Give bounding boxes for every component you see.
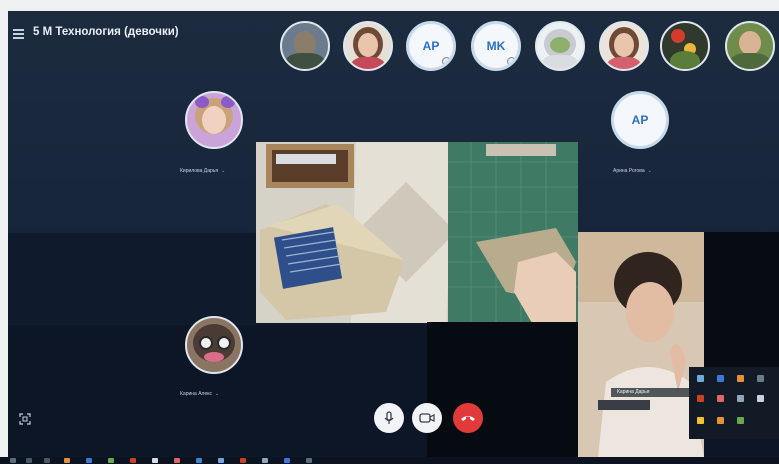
tray-app-icon[interactable] [697, 375, 704, 382]
screen: 5 М Технология (девочки) AP MK Кирилова … [0, 0, 779, 464]
taskbar-app-icon[interactable] [240, 458, 246, 463]
taskbar-app-icon[interactable] [26, 458, 32, 463]
chevron-down-icon[interactable]: ⌄ [221, 168, 225, 174]
avatar-photo [195, 96, 209, 108]
self-view-video[interactable] [578, 232, 704, 457]
shared-video[interactable] [256, 142, 578, 323]
menu-icon[interactable] [13, 29, 24, 41]
header-avatar-6[interactable] [599, 21, 649, 71]
empty-video-tile [427, 322, 579, 457]
end-call-icon [461, 416, 475, 421]
tray-app-icon[interactable] [737, 395, 744, 402]
taskbar-app-icon[interactable] [64, 458, 70, 463]
mute-button[interactable] [374, 403, 404, 433]
taskbar-app-icon[interactable] [86, 458, 92, 463]
taskbar-app-icon[interactable] [262, 458, 268, 463]
avatar-initials: AP [422, 39, 440, 53]
header-avatar-5[interactable] [535, 21, 585, 71]
shared-video-frame [256, 142, 578, 323]
avatar-photo [221, 96, 235, 108]
header-avatar-3[interactable]: AP [406, 21, 456, 71]
avatar-photo [285, 53, 325, 69]
header-avatar-8[interactable] [725, 21, 775, 71]
participant-name: Кирилова Дарья ⌄ [180, 168, 226, 174]
avatar-initials: MK [486, 39, 506, 53]
tray-app-icon[interactable] [697, 417, 704, 424]
tray-app-icon[interactable] [737, 375, 744, 382]
chevron-down-icon[interactable]: ⌄ [648, 168, 652, 174]
avatar-photo [739, 31, 761, 55]
participant-avatar[interactable]: AP [611, 91, 669, 149]
participant-name: Карина Алекс ⌄ [180, 391, 220, 397]
tray-app-icon[interactable] [717, 417, 724, 424]
camera-button[interactable] [412, 403, 442, 433]
taskbar-app-icon[interactable] [152, 458, 158, 463]
participant-avatar[interactable] [185, 316, 243, 374]
avatar-photo [614, 33, 634, 57]
tray-app-icon[interactable] [737, 417, 744, 424]
tray-app-icon[interactable] [757, 375, 764, 382]
avatar-photo [671, 29, 685, 43]
taskbar-app-icon[interactable] [130, 458, 136, 463]
chevron-down-icon[interactable]: ⌄ [215, 391, 219, 397]
taskbar-app-icon[interactable] [174, 458, 180, 463]
call-title: 5 М Технология (девочки) [33, 26, 179, 38]
taskbar-app-icon[interactable] [306, 458, 312, 463]
call-window: 5 М Технология (девочки) AP MK Кирилова … [8, 11, 779, 457]
camera-icon [419, 413, 435, 423]
avatar-photo [351, 57, 385, 69]
end-call-button[interactable] [453, 403, 483, 433]
tray-app-icon[interactable] [717, 395, 724, 402]
tray-app-icon[interactable] [697, 395, 704, 402]
avatar-photo [670, 51, 700, 69]
participant-avatar[interactable] [185, 91, 243, 149]
avatar-photo [542, 55, 578, 69]
taskbar-app-icon[interactable] [284, 458, 290, 463]
fullscreen-icon[interactable] [19, 413, 31, 425]
microphone-icon [384, 411, 394, 424]
self-view-frame [578, 232, 704, 457]
system-tray-popup [689, 367, 779, 439]
avatar-photo [202, 106, 226, 134]
status-dot-icon [442, 57, 451, 66]
avatar-photo [217, 336, 231, 350]
avatar-photo [730, 53, 770, 69]
avatar-photo [607, 57, 641, 69]
avatar-photo [204, 352, 224, 362]
taskbar-app-icon[interactable] [196, 458, 202, 463]
start-icon[interactable] [10, 458, 16, 463]
header-avatar-7[interactable] [660, 21, 710, 71]
avatar-photo [199, 336, 213, 350]
avatar-photo [358, 33, 378, 57]
status-dot-icon [507, 57, 516, 66]
header-avatar-4[interactable]: MK [471, 21, 521, 71]
taskbar-app-icon[interactable] [108, 458, 114, 463]
empty-video-tile [704, 232, 779, 382]
header-avatar-1[interactable] [280, 21, 330, 71]
taskbar-app-icon[interactable] [218, 458, 224, 463]
taskbar-app-icon[interactable] [44, 458, 50, 463]
taskbar [0, 457, 779, 464]
avatar-initials: AP [631, 113, 649, 127]
tray-app-icon[interactable] [717, 375, 724, 382]
tray-app-icon[interactable] [757, 395, 764, 402]
header-avatar-2[interactable] [343, 21, 393, 71]
participant-name: Арина Рогова ⌄ [613, 168, 652, 174]
avatar-photo [550, 37, 570, 53]
